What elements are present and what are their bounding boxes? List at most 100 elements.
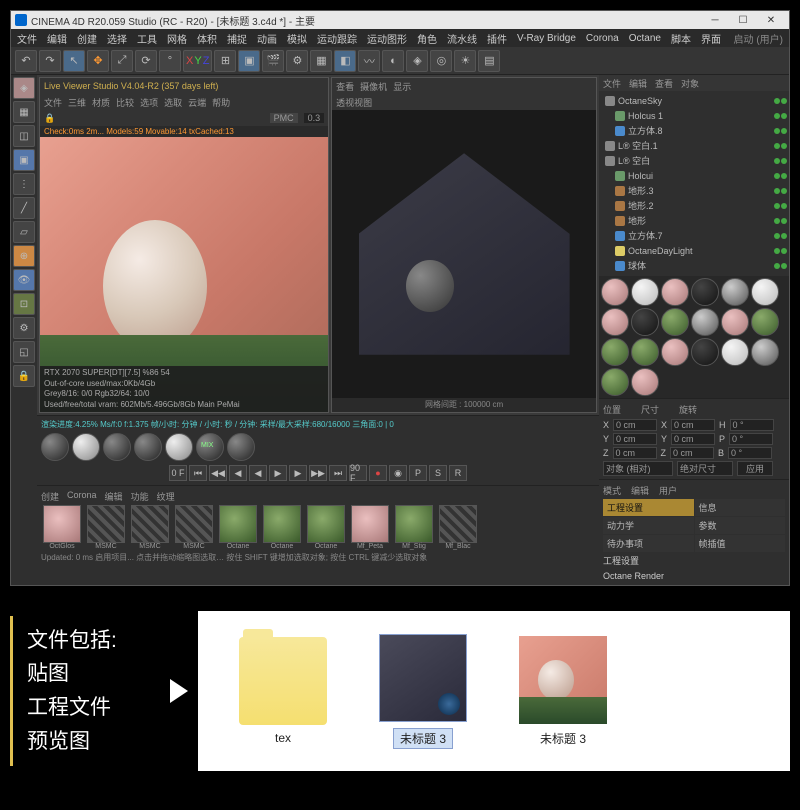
select-tool[interactable]: ↖: [63, 50, 85, 72]
mat-thumb[interactable]: [721, 338, 749, 366]
mat-thumb[interactable]: [661, 278, 689, 306]
add-scene[interactable]: ▤: [478, 50, 500, 72]
scale-tool[interactable]: ⤢: [111, 50, 133, 72]
material-slot[interactable]: OctGlos: [41, 505, 83, 550]
add-spline[interactable]: 〰: [358, 50, 380, 72]
om-tab[interactable]: 查看: [655, 77, 673, 90]
lv-tab[interactable]: 三维: [68, 96, 86, 109]
prev-key-button[interactable]: ◀◀: [209, 465, 227, 481]
object-mode[interactable]: ▣: [13, 149, 35, 171]
undo-button[interactable]: ↶: [15, 50, 37, 72]
lv-tab[interactable]: 选取: [164, 96, 182, 109]
maximize-button[interactable]: ☐: [729, 12, 757, 28]
workplane[interactable]: ◱: [13, 341, 35, 363]
next-key-button[interactable]: ▶▶: [309, 465, 327, 481]
key-rot[interactable]: R: [449, 465, 467, 481]
vp-tab[interactable]: 摄像机: [360, 80, 387, 93]
point-mode[interactable]: ⋮: [13, 173, 35, 195]
mat-thumb[interactable]: [661, 338, 689, 366]
mat-thumb[interactable]: [601, 368, 629, 396]
object-row[interactable]: Holcus 1: [601, 108, 787, 123]
menu-Corona[interactable]: Corona: [586, 33, 619, 44]
coord-field[interactable]: 0 °: [728, 447, 772, 459]
add-deformer[interactable]: ◈: [406, 50, 428, 72]
attr-cell[interactable]: 待办事项: [603, 535, 694, 552]
material-slot[interactable]: Mf_Stig: [393, 505, 435, 550]
file-item[interactable]: 未标题 3: [508, 636, 618, 747]
frame-end[interactable]: 90 F: [349, 465, 367, 481]
object-row[interactable]: 地形.2: [601, 198, 787, 213]
menu-选择[interactable]: 选择: [107, 31, 127, 46]
object-row[interactable]: 立方体.8: [601, 123, 787, 138]
attr-cell[interactable]: 工程设置: [603, 499, 694, 516]
coord-mode-a[interactable]: 对象 (相对): [603, 461, 673, 476]
coord-field[interactable]: 0 cm: [613, 419, 657, 431]
mat-tab[interactable]: 创建: [41, 490, 59, 503]
coord-mode-b[interactable]: 绝对尺寸: [677, 461, 733, 476]
edge-mode[interactable]: ╱: [13, 197, 35, 219]
object-row[interactable]: Holcui: [601, 168, 787, 183]
coord-field[interactable]: 0 cm: [613, 447, 657, 459]
object-row[interactable]: 地形: [601, 213, 787, 228]
menu-脚本[interactable]: 脚本: [671, 31, 691, 46]
om-tab[interactable]: 编辑: [629, 77, 647, 90]
lock-icon[interactable]: 🔒: [44, 113, 55, 124]
matball[interactable]: [41, 433, 69, 461]
viewport-solo[interactable]: 👁: [13, 269, 35, 291]
menu-网格[interactable]: 网格: [167, 31, 187, 46]
matball[interactable]: [103, 433, 131, 461]
texture-mode[interactable]: ▦: [13, 101, 35, 123]
mat-tab[interactable]: 纹理: [157, 490, 175, 503]
attr-cell[interactable]: 帧插值: [695, 535, 786, 552]
render-settings[interactable]: ⚙: [286, 50, 308, 72]
mat-thumb[interactable]: [601, 338, 629, 366]
mat-thumb[interactable]: [601, 278, 629, 306]
next-frame-button[interactable]: ▶: [289, 465, 307, 481]
menu-插件[interactable]: 插件: [487, 31, 507, 46]
coord-system[interactable]: ⊞: [214, 50, 236, 72]
locked[interactable]: 🔒: [13, 365, 35, 387]
prev-frame-button[interactable]: ◀: [229, 465, 247, 481]
menu-运动图形[interactable]: 运动图形: [367, 31, 407, 46]
play-button[interactable]: ▶: [269, 465, 287, 481]
menu-体积[interactable]: 体积: [197, 31, 217, 46]
mat-tab[interactable]: 功能: [131, 490, 149, 503]
key-scale[interactable]: S: [429, 465, 447, 481]
play-back-button[interactable]: ◀: [249, 465, 267, 481]
mat-thumb[interactable]: [751, 278, 779, 306]
coord-apply-button[interactable]: 应用: [737, 461, 773, 476]
menu-编辑[interactable]: 编辑: [47, 31, 67, 46]
mat-thumb[interactable]: [691, 278, 719, 306]
matball[interactable]: [72, 433, 100, 461]
close-button[interactable]: ✕: [757, 12, 785, 28]
coord-field[interactable]: 0 °: [729, 433, 773, 445]
mat-thumb[interactable]: [631, 368, 659, 396]
mat-thumb[interactable]: [631, 308, 659, 336]
lv-tab[interactable]: 选项: [140, 96, 158, 109]
model-mode[interactable]: ◈: [13, 77, 35, 99]
recent-tool[interactable]: °: [159, 50, 181, 72]
coord-field[interactable]: 0 cm: [670, 447, 714, 459]
menu-动画[interactable]: 动画: [257, 31, 277, 46]
mat-thumb[interactable]: [721, 278, 749, 306]
coord-field[interactable]: 0 cm: [613, 433, 657, 445]
menu-捕捉[interactable]: 捕捉: [227, 31, 247, 46]
mat-thumb[interactable]: [691, 308, 719, 336]
material-slot[interactable]: Octane: [305, 505, 347, 550]
menu-流水线[interactable]: 流水线: [447, 31, 477, 46]
matball[interactable]: [227, 433, 255, 461]
lv-tab[interactable]: 帮助: [212, 96, 230, 109]
object-row[interactable]: 球体: [601, 258, 787, 273]
goto-start-button[interactable]: ⏮: [189, 465, 207, 481]
menu-界面[interactable]: 界面: [701, 31, 721, 46]
goto-end-button[interactable]: ⏭: [329, 465, 347, 481]
attr-tab[interactable]: 编辑: [631, 484, 649, 497]
lv-tab[interactable]: 文件: [44, 96, 62, 109]
picture-viewer[interactable]: ▦: [310, 50, 332, 72]
rotate-tool[interactable]: ⟳: [135, 50, 157, 72]
pmc-value[interactable]: 0.3: [304, 113, 325, 123]
mat-thumb[interactable]: [751, 308, 779, 336]
lv-tab[interactable]: 云端: [188, 96, 206, 109]
minimize-button[interactable]: ─: [701, 12, 729, 28]
object-row[interactable]: OctaneDayLight: [601, 243, 787, 258]
